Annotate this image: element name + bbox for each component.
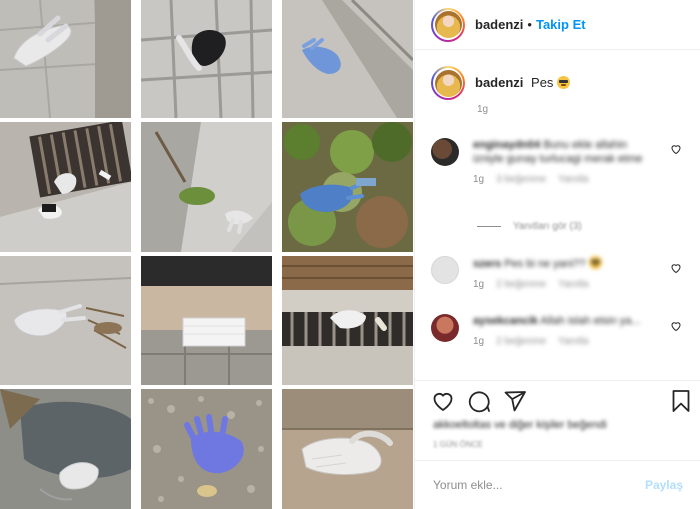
photo-image — [0, 389, 131, 509]
photo-image — [282, 0, 413, 118]
post-comment-button[interactable]: Paylaş — [645, 478, 683, 492]
divider — [415, 380, 700, 381]
post-panel: badenzi • Takip Et badenzi Pes 1g engina… — [414, 0, 700, 509]
comment-item: szers Pes bi ne yani?? 1g 2 beğenme Yanı… — [431, 256, 653, 290]
comment-text: Pes bi ne yani?? — [504, 258, 586, 270]
caption-time: 1g — [477, 104, 489, 115]
post-header: badenzi • Takip Et — [415, 0, 700, 50]
view-replies-label: Yanıtları gör (3) — [513, 221, 582, 232]
photo-blue-glove-gravel[interactable] — [141, 389, 272, 509]
heart-icon[interactable] — [670, 320, 682, 332]
photo-blue-glove-curb[interactable] — [282, 0, 413, 118]
photo-image — [0, 0, 131, 118]
reply-button[interactable]: Yanıtla — [558, 336, 588, 347]
comment-likes[interactable]: 2 beğenme — [496, 336, 546, 347]
photo-glove-wooden-grate[interactable] — [282, 256, 413, 385]
photo-image — [141, 122, 272, 252]
photo-mask-stone-step[interactable] — [141, 256, 272, 385]
photo-glove-pavement[interactable] — [0, 0, 131, 118]
photo-image — [282, 256, 413, 385]
photo-glove-puddle[interactable] — [0, 389, 131, 509]
photo-glove-drain-grate[interactable] — [0, 122, 131, 252]
reply-button[interactable]: Yanıtla — [558, 174, 588, 185]
heart-icon[interactable] — [431, 389, 455, 413]
comment-username[interactable]: szers — [473, 258, 501, 270]
photo-image — [282, 389, 413, 509]
comment-input[interactable]: Yorum ekle... — [433, 478, 645, 492]
separator-dot: • — [527, 17, 532, 32]
photo-image — [0, 256, 131, 385]
avatar[interactable] — [431, 7, 465, 42]
photo-image — [282, 122, 413, 252]
likes-summary[interactable]: akkoeltoltas ve diğer kişiler beğendi — [433, 419, 607, 431]
photo-black-mask-tiles[interactable] — [141, 0, 272, 118]
caption-text: Pes — [531, 75, 554, 90]
photo-grid — [0, 0, 413, 509]
emoji-icon — [588, 256, 602, 269]
comment-icon[interactable] — [467, 389, 491, 413]
comment-time: 1g — [473, 279, 485, 290]
photo-image — [141, 0, 272, 118]
comment-username[interactable]: enginaydn04 — [473, 139, 540, 151]
caption-username[interactable]: badenzi — [475, 75, 523, 90]
comment-likes[interactable]: 3 beğenme — [496, 174, 546, 185]
view-replies[interactable]: Yanıtları gör (3) — [477, 221, 582, 232]
comment-item: aysekcancik Allah islah etsin ya... 1g 2… — [431, 314, 653, 347]
comment-avatar[interactable] — [431, 256, 459, 284]
comment-username[interactable]: aysekcancik — [473, 315, 538, 327]
photo-image — [0, 122, 131, 252]
shocked-emoji-icon — [557, 76, 571, 89]
follow-button[interactable]: Takip Et — [536, 17, 586, 32]
comment-text: Allah islah etsin ya... — [540, 315, 641, 327]
photo-blue-glove-grass[interactable] — [282, 122, 413, 252]
add-comment-bar: Yorum ekle... Paylaş — [415, 460, 700, 509]
caption: badenzi Pes — [431, 66, 571, 100]
bookmark-icon[interactable] — [669, 389, 693, 413]
comment-item: enginaydn04 Bunu ekle allahin izniyle gu… — [431, 138, 653, 185]
comment-time: 1g — [473, 336, 485, 347]
username-link[interactable]: badenzi — [475, 17, 523, 32]
photo-glove-curb-grass[interactable] — [141, 122, 272, 252]
share-icon[interactable] — [503, 389, 527, 413]
caption-avatar[interactable] — [431, 66, 465, 100]
comment-likes[interactable]: 2 beğenme — [496, 279, 546, 290]
photo-image — [141, 256, 272, 385]
heart-icon[interactable] — [670, 143, 682, 155]
post-date: 1 GÜN ÖNCE — [433, 440, 483, 449]
photo-image — [141, 389, 272, 509]
heart-icon[interactable] — [670, 262, 682, 274]
reply-button[interactable]: Yanıtla — [558, 279, 588, 290]
comment-time: 1g — [473, 174, 485, 185]
action-bar — [431, 389, 693, 415]
comment-avatar[interactable] — [431, 314, 459, 342]
photo-clear-glove-stone[interactable] — [282, 389, 413, 509]
comment-avatar[interactable] — [431, 138, 459, 166]
photo-glove-asphalt-leaves[interactable] — [0, 256, 131, 385]
